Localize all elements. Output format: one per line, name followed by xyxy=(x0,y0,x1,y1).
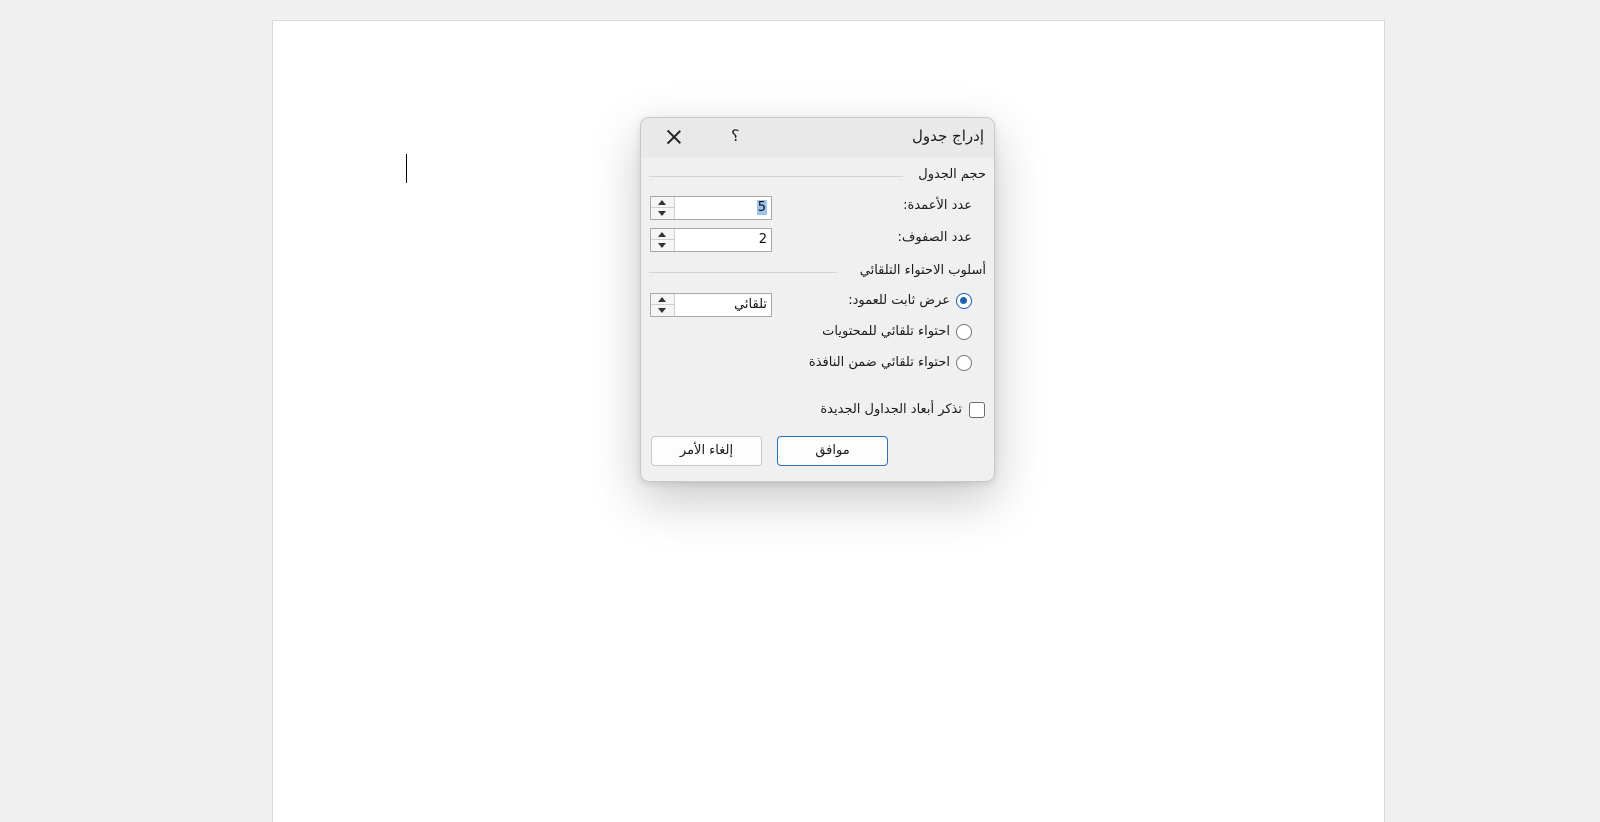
chevron-up-icon xyxy=(658,297,666,302)
columns-label: عدد الأعمدة: xyxy=(903,198,972,213)
autofit-contents-label[interactable]: احتواء تلقائي للمحتويات xyxy=(822,324,950,339)
columns-decrement-button[interactable] xyxy=(651,208,674,219)
rows-value: 2 xyxy=(758,232,767,247)
autofit-heading: أسلوب الاحتواء التلقائي xyxy=(859,263,986,278)
cancel-button[interactable]: إلغاء الأمر xyxy=(651,436,762,466)
chevron-up-icon xyxy=(658,200,666,205)
fixed-width-increment-button[interactable] xyxy=(651,294,674,305)
columns-increment-button[interactable] xyxy=(651,197,674,208)
text-cursor xyxy=(406,154,407,183)
rows-decrement-button[interactable] xyxy=(651,240,674,251)
rows-input[interactable]: 2 xyxy=(675,229,771,251)
dialog-title: إدراج جدول xyxy=(912,127,984,145)
columns-spin-buttons xyxy=(651,197,675,219)
remember-dimensions-checkbox[interactable] xyxy=(969,402,985,418)
help-icon[interactable]: ؟ xyxy=(731,126,740,145)
columns-input[interactable]: 5 xyxy=(675,197,771,219)
insert-table-dialog: إدراج جدول ؟ حجم الجدول عدد الأعمدة: 5 ع… xyxy=(640,117,995,482)
fixed-width-spin-buttons xyxy=(651,294,675,316)
rows-label: عدد الصفوف: xyxy=(897,230,973,245)
autofit-window-label[interactable]: احتواء تلقائي ضمن النافذة xyxy=(809,355,950,370)
rows-stepper: 2 xyxy=(650,228,772,252)
autofit-divider xyxy=(649,272,837,273)
columns-value: 5 xyxy=(756,200,767,215)
autofit-contents-radio[interactable] xyxy=(956,324,972,340)
rows-spin-buttons xyxy=(651,229,675,251)
ok-button[interactable]: موافق xyxy=(777,436,888,466)
fixed-width-input[interactable]: تلقائي xyxy=(675,294,771,316)
fixed-width-label[interactable]: عرض ثابت للعمود: xyxy=(848,293,950,308)
table-size-divider xyxy=(649,176,903,177)
fixed-width-decrement-button[interactable] xyxy=(651,305,674,316)
dialog-titlebar[interactable]: إدراج جدول ؟ xyxy=(641,118,994,158)
chevron-down-icon xyxy=(658,211,666,216)
autofit-window-radio[interactable] xyxy=(956,355,972,371)
fixed-width-value: تلقائي xyxy=(734,297,767,312)
close-icon[interactable] xyxy=(663,126,685,148)
chevron-up-icon xyxy=(658,232,666,237)
columns-stepper: 5 xyxy=(650,196,772,220)
chevron-down-icon xyxy=(658,308,666,313)
remember-dimensions-label[interactable]: تذكر أبعاد الجداول الجديدة xyxy=(820,402,962,417)
fixed-width-stepper: تلقائي xyxy=(650,293,772,317)
fixed-width-radio[interactable] xyxy=(956,293,972,309)
rows-increment-button[interactable] xyxy=(651,229,674,240)
chevron-down-icon xyxy=(658,243,666,248)
table-size-heading: حجم الجدول xyxy=(918,167,986,182)
